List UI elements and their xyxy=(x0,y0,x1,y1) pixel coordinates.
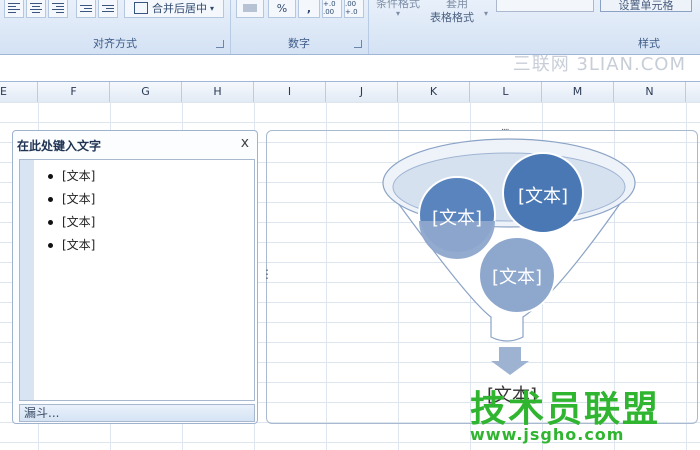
comma-button[interactable]: , xyxy=(298,0,320,18)
increase-decimal-label: +.0 .00 xyxy=(323,0,336,16)
align-right-icon xyxy=(52,3,64,13)
chevron-down-icon: ▾ xyxy=(396,9,401,18)
increase-indent-icon xyxy=(102,4,114,12)
styles-group: 条件格式 ▾ 套用 表格格式 ▾ 设置单元格 样式 xyxy=(368,0,700,54)
percent-button[interactable]: % xyxy=(268,0,296,18)
currency-button[interactable] xyxy=(236,0,264,18)
cell-style-input[interactable] xyxy=(496,0,594,12)
chevron-down-icon: ▾ xyxy=(209,3,214,13)
column-header-g[interactable]: G xyxy=(110,82,182,102)
column-header-h[interactable]: H xyxy=(182,82,254,102)
alignment-group: 合并后居中 ▾ 对齐方式 xyxy=(0,0,231,54)
merge-icon xyxy=(133,2,148,14)
circle-text-1[interactable]: [文本] xyxy=(429,204,485,230)
currency-icon xyxy=(243,4,257,12)
text-pane-gutter xyxy=(20,160,34,400)
text-pane-footer-link[interactable]: 漏斗... xyxy=(19,404,255,422)
percent-label: % xyxy=(276,1,288,15)
list-item[interactable]: [文本] xyxy=(48,235,95,258)
column-header-j[interactable]: J xyxy=(326,82,398,102)
ribbon: 合并后居中 ▾ 对齐方式 % , +.0 .00 .00 +.0 数字 条件格式… xyxy=(0,0,700,55)
decrease-indent-icon xyxy=(80,4,92,12)
list-item[interactable]: [文本] xyxy=(48,189,95,212)
table-format-button[interactable]: 表格格式 xyxy=(430,9,474,25)
text-pane-title: 在此处键入文字 xyxy=(17,139,102,153)
column-header-e[interactable]: E xyxy=(0,82,38,102)
align-center-icon xyxy=(30,3,42,13)
watermark-top: 三联网 3LIAN.COM xyxy=(512,54,686,75)
circle-text-3[interactable]: [文本] xyxy=(487,263,547,289)
column-header-f[interactable]: F xyxy=(38,82,110,102)
comma-label: , xyxy=(306,1,312,15)
align-left-button[interactable] xyxy=(4,0,24,18)
list-item[interactable]: [文本] xyxy=(48,212,95,235)
decrease-decimal-button[interactable]: .00 +.0 xyxy=(344,0,364,18)
increase-indent-button[interactable] xyxy=(98,0,118,18)
text-pane-body[interactable]: [文本] [文本] [文本] [文本] xyxy=(19,159,255,401)
align-right-button[interactable] xyxy=(48,0,68,18)
column-header-k[interactable]: K xyxy=(398,82,470,102)
smartart-text-pane: 在此处键入文字 x [文本] [文本] [文本] [文本] 漏斗... xyxy=(12,130,258,424)
text-pane-list: [文本] [文本] [文本] [文本] xyxy=(48,166,95,258)
column-header-i[interactable]: I xyxy=(254,82,326,102)
merge-center-button[interactable]: 合并后居中 ▾ xyxy=(124,0,224,18)
merge-center-label: 合并后居中 xyxy=(151,2,207,15)
down-arrow-shape xyxy=(491,347,529,375)
align-left-icon xyxy=(8,3,20,13)
close-icon[interactable]: x xyxy=(241,135,249,151)
align-center-button[interactable] xyxy=(26,0,46,18)
decrease-decimal-label: .00 +.0 xyxy=(345,0,358,16)
alignment-group-label: 对齐方式 xyxy=(93,37,137,50)
dialog-launcher-icon[interactable] xyxy=(216,40,224,48)
cell-style-box[interactable]: 设置单元格 xyxy=(600,0,692,12)
column-header-row: E F G H I J K L M N xyxy=(0,81,700,103)
styles-group-label: 样式 xyxy=(638,37,660,50)
number-group-label: 数字 xyxy=(288,37,310,50)
chevron-down-icon: ▾ xyxy=(484,9,489,18)
decrease-indent-button[interactable] xyxy=(76,0,96,18)
list-item[interactable]: [文本] xyxy=(48,166,95,189)
column-header-l[interactable]: L xyxy=(470,82,542,102)
circle-text-2[interactable]: [文本] xyxy=(513,182,573,208)
column-header-m[interactable]: M xyxy=(542,82,614,102)
increase-decimal-button[interactable]: +.0 .00 xyxy=(322,0,342,18)
number-group: % , +.0 .00 .00 +.0 数字 xyxy=(230,0,369,54)
watermark-bottom-url: www.jsgho.com xyxy=(470,425,625,444)
column-header-n[interactable]: N xyxy=(614,82,686,102)
dialog-launcher-icon[interactable] xyxy=(354,40,362,48)
